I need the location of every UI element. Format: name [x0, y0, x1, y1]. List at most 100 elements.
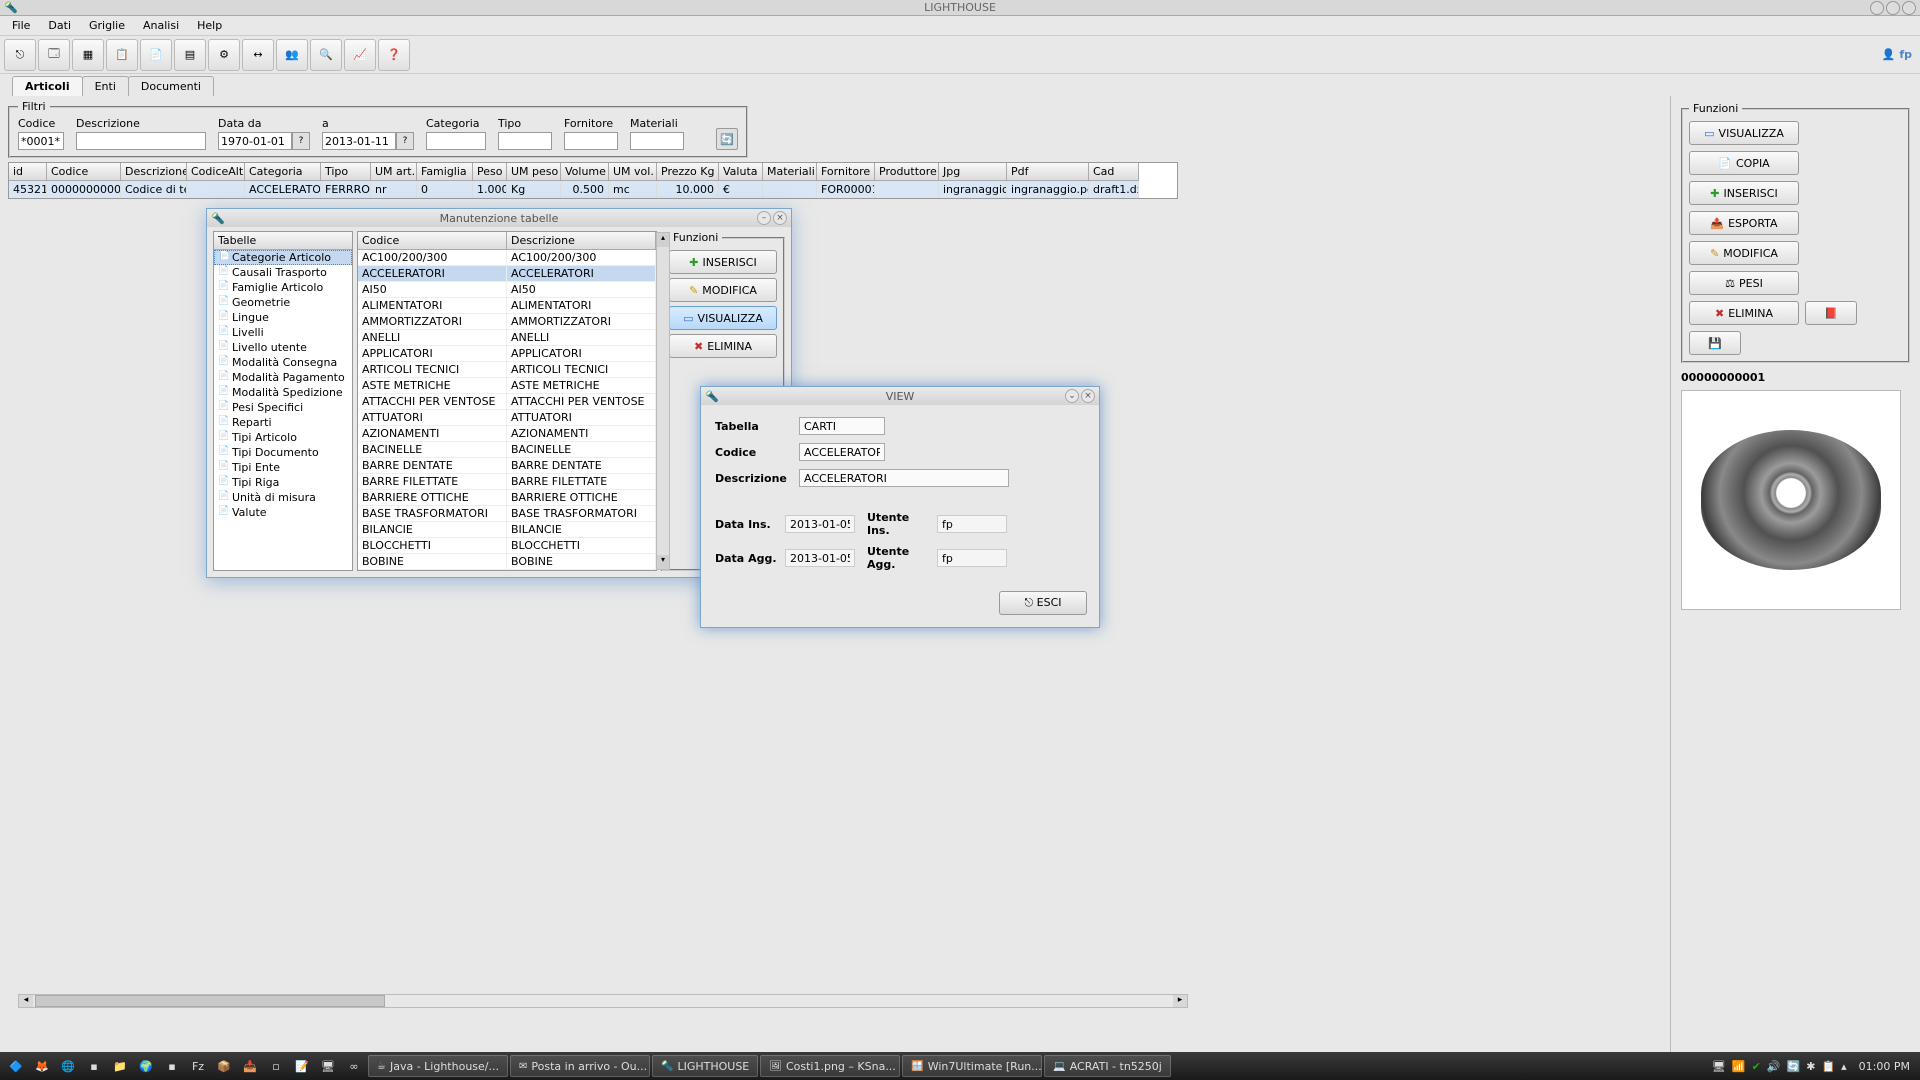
- btn-visualizza[interactable]: ▭VISUALIZZA: [1689, 121, 1799, 145]
- detail-cell[interactable]: BARRIERE OTTICHE: [507, 490, 656, 506]
- tool-arrows[interactable]: ↔: [242, 39, 274, 71]
- grid-cell[interactable]: 0: [417, 181, 473, 198]
- detail-col-descrizione[interactable]: Descrizione: [507, 232, 656, 250]
- maximize-button[interactable]: [1886, 1, 1900, 15]
- detail-cell[interactable]: AI50: [507, 282, 656, 298]
- btn-save-icon[interactable]: 💾: [1689, 331, 1741, 355]
- tree-item[interactable]: Categorie Articolo: [214, 250, 352, 265]
- grid-cell[interactable]: nr: [371, 181, 417, 198]
- grid-col-12[interactable]: Prezzo Kg: [657, 163, 719, 181]
- detail-row[interactable]: BARRE FILETTATEBARRE FILETTATE: [358, 474, 656, 490]
- tool-graph[interactable]: ⚙: [208, 39, 240, 71]
- detail-row[interactable]: ARTICOLI TECNICIARTICOLI TECNICI: [358, 362, 656, 378]
- task-mail[interactable]: ✉ Posta in arrivo - Ou...: [510, 1055, 650, 1077]
- detail-cell[interactable]: ANELLI: [507, 330, 656, 346]
- tree-item[interactable]: Causali Trasporto: [214, 265, 352, 280]
- view-titlebar[interactable]: 🔦 VIEW ⌄ ×: [701, 387, 1099, 405]
- refresh-button[interactable]: 🔄: [716, 128, 738, 150]
- detail-cell[interactable]: ALIMENTATORI: [507, 298, 656, 314]
- view-window[interactable]: 🔦 VIEW ⌄ × Tabella Codice Descrizione: [700, 386, 1100, 628]
- filezilla-icon[interactable]: Fz: [186, 1054, 210, 1078]
- input-descrizione[interactable]: [76, 132, 206, 150]
- tool-sheet[interactable]: 📋: [106, 39, 138, 71]
- detail-row[interactable]: APPLICATORIAPPLICATORI: [358, 346, 656, 362]
- task-vm[interactable]: 🪟 Win7Ultimate [Run...: [902, 1055, 1042, 1077]
- task-ksnap[interactable]: 🖼 Costi1.png – KSna...: [760, 1055, 900, 1077]
- detail-cell[interactable]: AZIONAMENTI: [358, 426, 507, 442]
- tray-volume-icon[interactable]: 🔊: [1767, 1060, 1781, 1073]
- detail-cell[interactable]: BILANCIE: [358, 522, 507, 538]
- scroll-down[interactable]: ▾: [657, 555, 669, 569]
- grid-cell[interactable]: FOR00001: [817, 181, 875, 198]
- btn-pesi[interactable]: ⚖PESI: [1689, 271, 1799, 295]
- grid-col-18[interactable]: Pdf: [1007, 163, 1089, 181]
- grid-col-16[interactable]: Produttore: [875, 163, 939, 181]
- grid-cell[interactable]: ACCELERATORI: [245, 181, 321, 198]
- input-materiali[interactable]: [630, 132, 684, 150]
- detail-cell[interactable]: AMMORTIZZATORI: [507, 314, 656, 330]
- tree-item[interactable]: Tipi Documento: [214, 445, 352, 460]
- grid-col-17[interactable]: Jpg: [939, 163, 1007, 181]
- detail-col-codice[interactable]: Codice: [358, 232, 507, 250]
- detail-cell[interactable]: ARTICOLI TECNICI: [358, 362, 507, 378]
- grid-cell[interactable]: 45321: [9, 181, 47, 198]
- menu-file[interactable]: File: [4, 17, 38, 34]
- tool-grid[interactable]: ▦: [72, 39, 104, 71]
- detail-row[interactable]: ANELLIANELLI: [358, 330, 656, 346]
- detail-row[interactable]: ATTACCHI PER VENTOSEATTACCHI PER VENTOSE: [358, 394, 656, 410]
- detail-cell[interactable]: AMMORTIZZATORI: [358, 314, 507, 330]
- hscroll-right[interactable]: ▸: [1173, 995, 1187, 1007]
- detail-cell[interactable]: ASTE METRICHE: [358, 378, 507, 394]
- grid-cell[interactable]: Kg: [507, 181, 561, 198]
- detail-cell[interactable]: BARRE FILETTATE: [358, 474, 507, 490]
- main-hscroll[interactable]: ◂ ▸: [18, 994, 1188, 1008]
- grid-col-14[interactable]: Materiali: [763, 163, 817, 181]
- tool-search[interactable]: 🔍: [310, 39, 342, 71]
- tree-item[interactable]: Tipi Riga: [214, 475, 352, 490]
- menu-analisi[interactable]: Analisi: [135, 17, 187, 34]
- input-data-da[interactable]: [218, 132, 292, 150]
- konsole-icon[interactable]: ▪: [160, 1054, 184, 1078]
- tree-item[interactable]: Lingue: [214, 310, 352, 325]
- detail-row[interactable]: BOBINEBOBINE: [358, 554, 656, 570]
- tree-item[interactable]: Reparti: [214, 415, 352, 430]
- detail-cell[interactable]: ASTE METRICHE: [507, 378, 656, 394]
- edit-icon[interactable]: 📝: [290, 1054, 314, 1078]
- datepicker-da-button[interactable]: ?: [292, 132, 310, 150]
- scroll-up[interactable]: ▴: [657, 233, 669, 247]
- grid-col-13[interactable]: Valuta: [719, 163, 763, 181]
- maint-close[interactable]: ×: [773, 211, 787, 225]
- detail-cell[interactable]: BACINELLE: [358, 442, 507, 458]
- maint-modifica[interactable]: ✎MODIFICA: [669, 278, 777, 302]
- tray-check-icon[interactable]: ✔: [1752, 1060, 1761, 1073]
- hscroll-left[interactable]: ◂: [19, 995, 33, 1007]
- grid-col-8[interactable]: Peso: [473, 163, 507, 181]
- grid-cell[interactable]: 1.000: [473, 181, 507, 198]
- detail-cell[interactable]: BARRE FILETTATE: [507, 474, 656, 490]
- btn-copia[interactable]: 📄COPIA: [1689, 151, 1799, 175]
- tab-articoli[interactable]: Articoli: [12, 76, 83, 96]
- detail-cell[interactable]: AZIONAMENTI: [507, 426, 656, 442]
- filemanager-icon[interactable]: 📁: [108, 1054, 132, 1078]
- detail-cell[interactable]: BILANCIE: [507, 522, 656, 538]
- detail-cell[interactable]: BOBINE: [358, 554, 507, 570]
- grid-cell[interactable]: [187, 181, 245, 198]
- grid-cell[interactable]: €: [719, 181, 763, 198]
- btn-pdf-icon[interactable]: 📕: [1805, 301, 1857, 325]
- tree-item[interactable]: Unità di misura: [214, 490, 352, 505]
- grid-col-2[interactable]: Descrizione: [121, 163, 187, 181]
- grid-cell[interactable]: Codice di test: [121, 181, 187, 198]
- grid-cell[interactable]: 00000000001: [47, 181, 121, 198]
- grid-cell[interactable]: 0.500: [561, 181, 609, 198]
- close-button[interactable]: [1902, 1, 1916, 15]
- tree-item[interactable]: Modalità Pagamento: [214, 370, 352, 385]
- grid-col-5[interactable]: Tipo: [321, 163, 371, 181]
- tray-bluetooth-icon[interactable]: ✱: [1806, 1060, 1815, 1073]
- detail-row[interactable]: AZIONAMENTIAZIONAMENTI: [358, 426, 656, 442]
- grid-col-11[interactable]: UM vol.: [609, 163, 657, 181]
- main-grid[interactable]: idCodiceDescrizioneCodiceAltCategoriaTip…: [8, 162, 1178, 199]
- grid-col-19[interactable]: Cad: [1089, 163, 1139, 181]
- detail-cell[interactable]: BASE TRASFORMATORI: [507, 506, 656, 522]
- grid-col-0[interactable]: id: [9, 163, 47, 181]
- grid-cell[interactable]: mc: [609, 181, 657, 198]
